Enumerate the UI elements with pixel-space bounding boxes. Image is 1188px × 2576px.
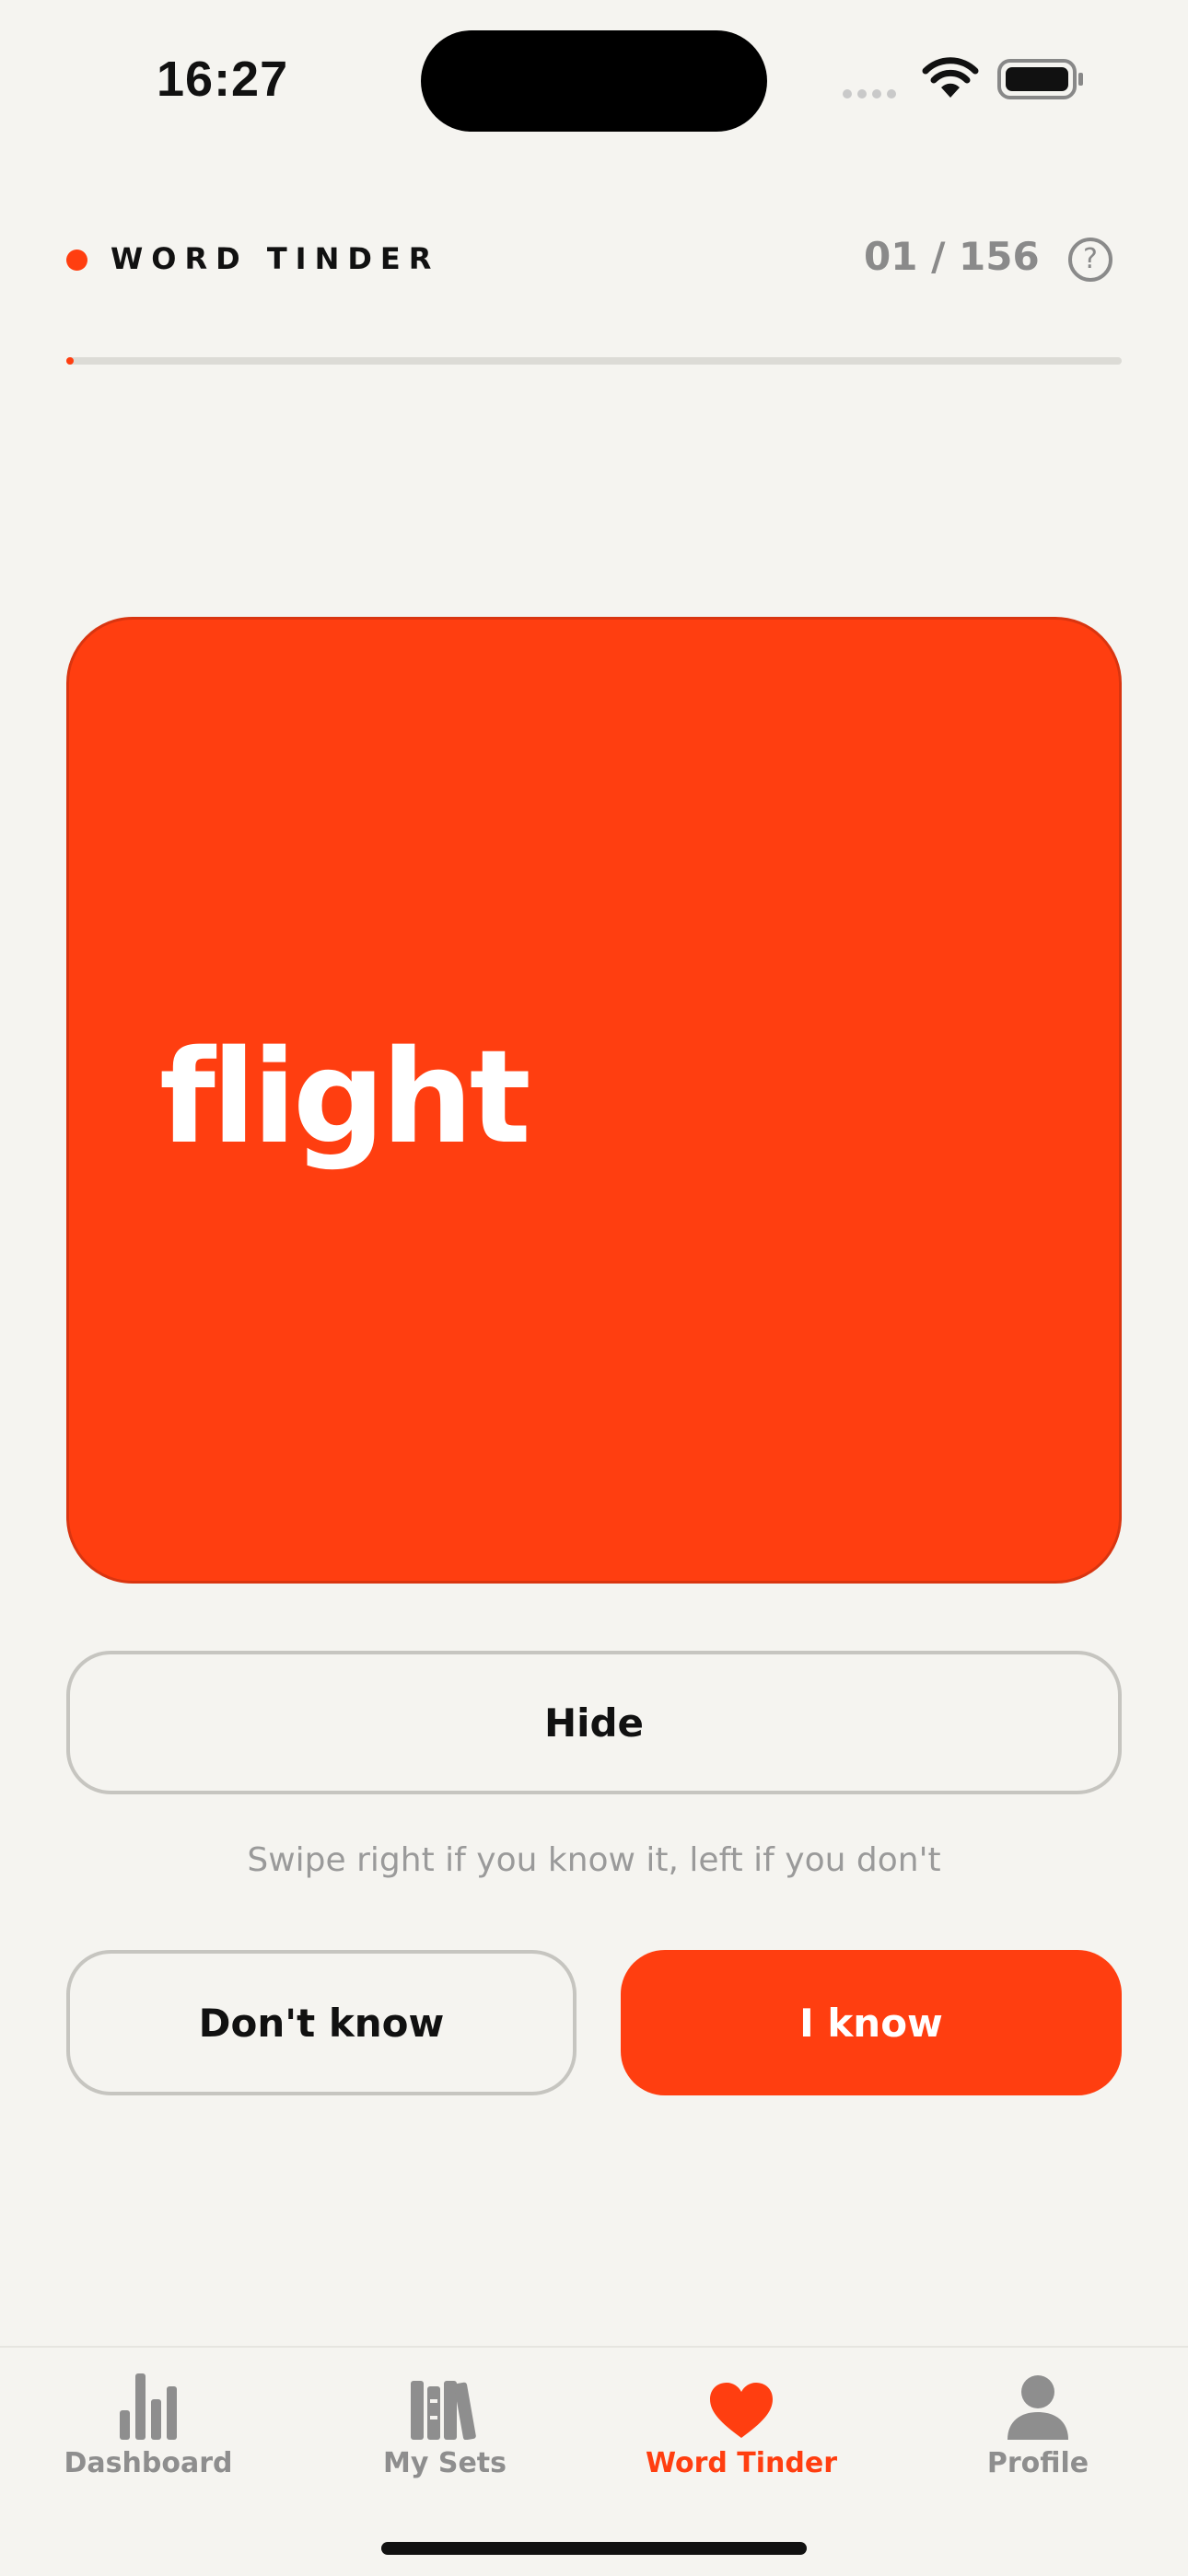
battery-icon [996,57,1085,105]
tab-label: Dashboard [64,2447,233,2479]
brand-dot-icon [66,249,87,271]
dynamic-island [421,30,767,132]
home-indicator [381,2542,807,2555]
progress-bar [66,357,1122,365]
heart-icon [593,2366,890,2440]
word-card[interactable]: flight [66,617,1122,1584]
hide-button[interactable]: Hide [66,1651,1122,1794]
page-title: WORD TINDER [111,241,440,276]
swipe-hint: Swipe right if you know it, left if you … [247,1841,941,1879]
tab-profile[interactable]: Profile [890,2366,1186,2479]
progress-fill [66,357,74,365]
status-time: 16:27 [157,52,289,107]
tab-label: Word Tinder [645,2447,838,2479]
dont-know-button[interactable]: Don't know [66,1950,577,2095]
tab-my-sets[interactable]: My Sets [297,2366,593,2479]
wifi-icon [921,57,980,103]
tab-word-tinder[interactable]: Word Tinder [593,2366,890,2479]
cellular-signal-icon [843,85,902,102]
person-icon [890,2366,1186,2440]
question-circle-icon: ? [1083,243,1098,275]
card-counter: 01 / 156 [864,234,1040,279]
bar-chart-icon [0,2366,297,2440]
tab-label: Profile [986,2447,1089,2479]
books-icon [297,2366,593,2440]
i-know-button[interactable]: I know [621,1950,1122,2095]
help-button[interactable]: ? [1068,238,1112,282]
card-word: flight [159,1023,531,1173]
tab-dashboard[interactable]: Dashboard [0,2366,297,2479]
tab-label: My Sets [382,2447,507,2479]
